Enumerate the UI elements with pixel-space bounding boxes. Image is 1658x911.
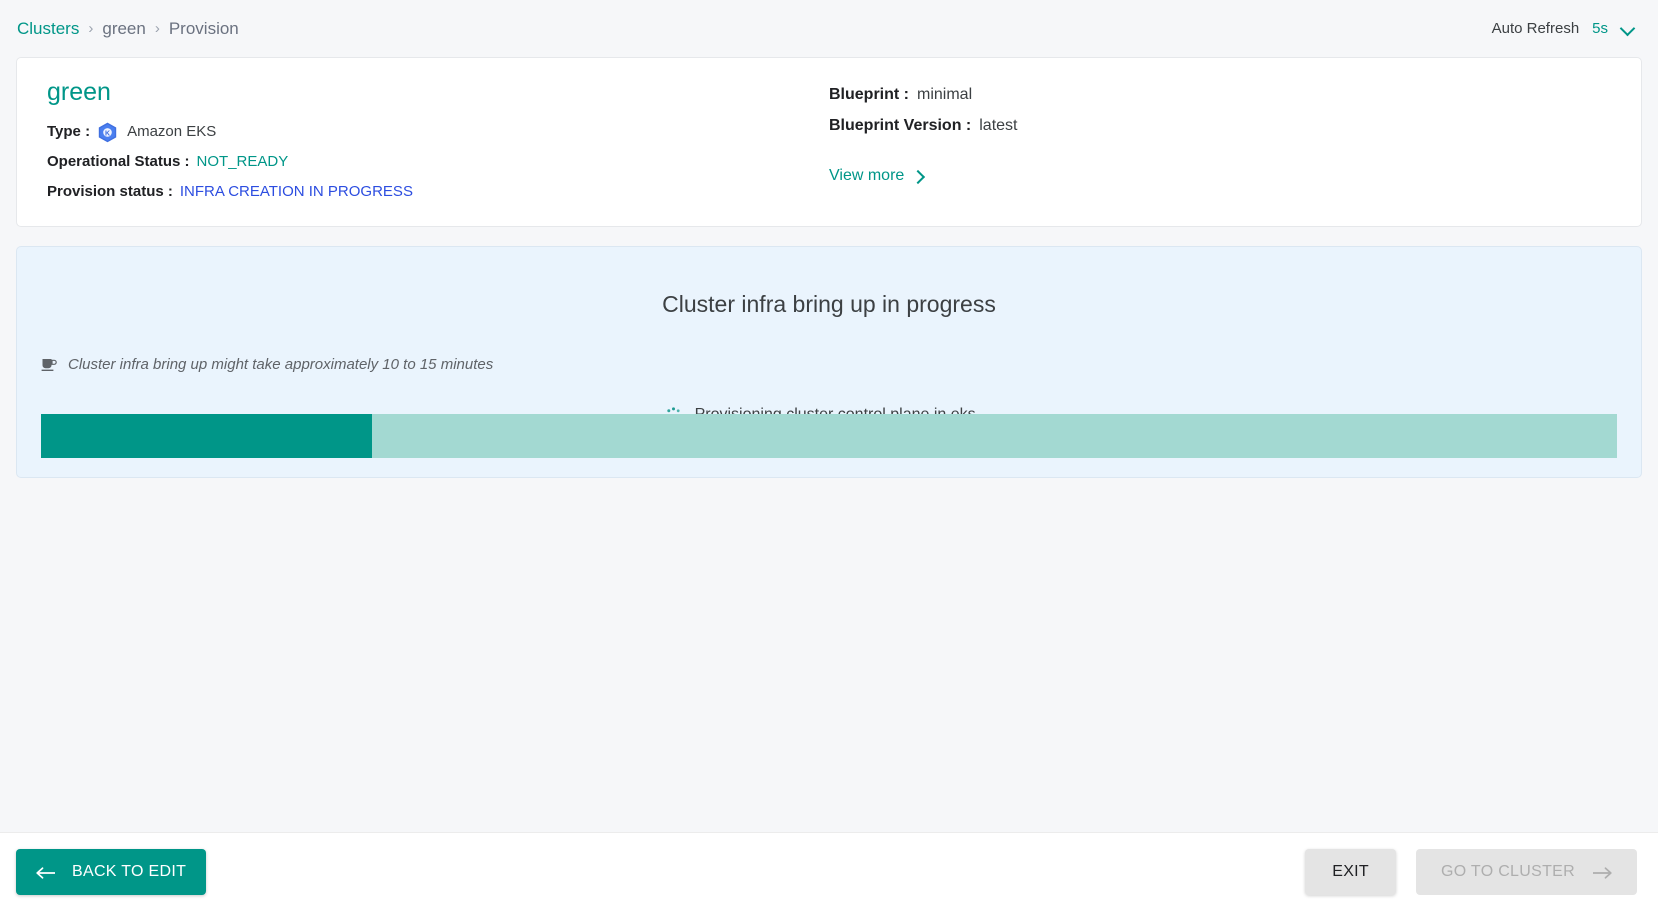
breadcrumb-item-green[interactable]: green (102, 19, 145, 39)
page-title: green (47, 78, 111, 106)
cluster-summary-left: green Type : K Amazon EKS Operational St… (47, 78, 829, 204)
svg-text:K: K (105, 130, 110, 137)
provision-progress-panel: Cluster infra bring up in progress Clust… (16, 246, 1642, 478)
blueprint-row: Blueprint : minimal (829, 86, 1611, 104)
blueprint-value: minimal (917, 86, 973, 103)
breadcrumb-item-provision: Provision (168, 18, 239, 38)
breadcrumb-separator-icon: › (154, 20, 160, 37)
provision-status-label: Provision status : (47, 183, 173, 200)
cluster-type-label: Type : (47, 123, 91, 140)
cluster-type-value: Amazon EKS (127, 123, 217, 140)
coffee-cup-icon (41, 357, 58, 373)
back-to-edit-button[interactable]: BACK TO EDIT (16, 849, 207, 895)
breadcrumb: Clusters › green › Provision (17, 19, 239, 39)
blueprint-version-label: Blueprint Version : (829, 117, 972, 134)
auto-refresh-control[interactable]: Auto Refresh 5s (1492, 20, 1636, 37)
content-spacer (0, 478, 1658, 832)
blueprint-version-row: Blueprint Version : latest (829, 117, 1611, 135)
operational-status-label: Operational Status : (47, 153, 190, 170)
progress-note-text: Cluster infra bring up might take approx… (68, 356, 494, 373)
exit-label: EXIT (1332, 863, 1369, 880)
operational-status-value: NOT_READY (196, 153, 289, 170)
go-to-cluster-button: GO TO CLUSTER (1415, 849, 1637, 895)
exit-button[interactable]: EXIT (1305, 849, 1396, 895)
breadcrumb-item-clusters[interactable]: Clusters (17, 19, 79, 39)
progress-title: Cluster infra bring up in progress (662, 291, 996, 317)
footer-right-group: EXIT GO TO CLUSTER (1305, 849, 1637, 895)
auto-refresh-label: Auto Refresh (1491, 20, 1580, 37)
progress-note: Cluster infra bring up might take approx… (41, 356, 1641, 373)
arrow-right-icon (1592, 866, 1612, 879)
cluster-type-row: Type : K Amazon EKS (47, 121, 829, 143)
progress-bar-track (41, 414, 1617, 458)
breadcrumb-separator-icon: › (88, 20, 94, 37)
blueprint-version-value: latest (979, 117, 1018, 134)
chevron-down-icon[interactable] (1621, 21, 1636, 36)
footer-action-bar: BACK TO EDIT EXIT GO TO CLUSTER (0, 832, 1658, 911)
operational-status-row: Operational Status : NOT_READY (47, 151, 829, 173)
provision-page: Clusters › green › Provision Auto Refres… (0, 0, 1658, 911)
provision-status-row: Provision status : INFRA CREATION IN PRO… (47, 181, 829, 203)
chevron-right-icon (913, 170, 924, 183)
cluster-summary-card: green Type : K Amazon EKS Operational St… (16, 57, 1642, 227)
progress-bar-fill (41, 414, 372, 458)
view-more-label: View more (829, 167, 905, 184)
eks-kubernetes-icon: K (98, 122, 117, 143)
arrow-left-icon (36, 866, 56, 879)
provision-status-value[interactable]: INFRA CREATION IN PROGRESS (180, 181, 413, 203)
blueprint-label: Blueprint : (829, 86, 909, 103)
auto-refresh-interval-value[interactable]: 5s (1592, 20, 1608, 37)
back-to-edit-label: BACK TO EDIT (72, 863, 187, 880)
view-more-link[interactable]: View more (829, 167, 924, 185)
top-bar: Clusters › green › Provision Auto Refres… (0, 0, 1658, 57)
cluster-summary-right: Blueprint : minimal Blueprint Version : … (829, 78, 1611, 204)
go-to-cluster-label: GO TO CLUSTER (1440, 863, 1575, 880)
